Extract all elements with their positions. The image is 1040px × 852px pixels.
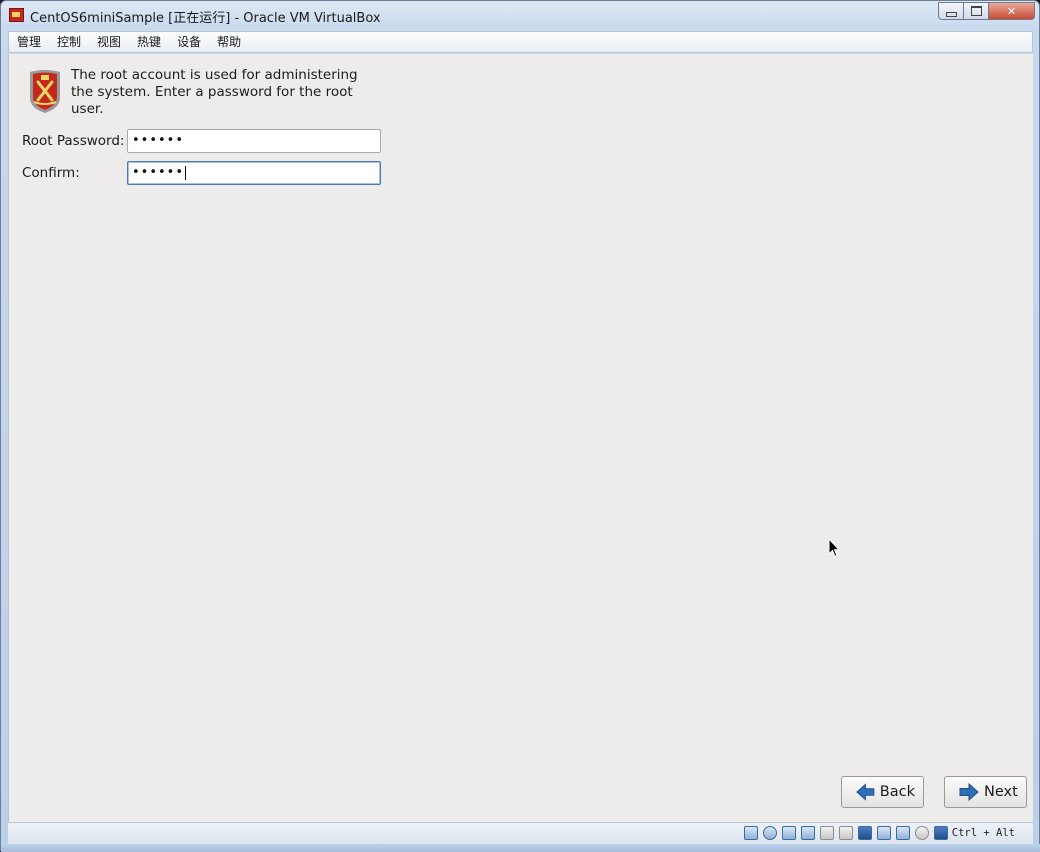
close-button[interactable]: ✕ xyxy=(989,2,1035,20)
vm-display[interactable]: The root account is used for administeri… xyxy=(8,54,1033,822)
menu-hotkeys[interactable]: 热键 xyxy=(129,32,169,52)
maximize-icon xyxy=(970,6,982,16)
next-arrow-icon xyxy=(959,783,979,801)
minimize-icon xyxy=(945,11,957,17)
menu-bar: 管理 控制 视图 热键 设备 帮助 xyxy=(8,31,1033,53)
shared-folders-icon[interactable] xyxy=(838,826,853,840)
confirm-label: Confirm: xyxy=(22,165,80,181)
back-button-label: Back xyxy=(879,784,915,800)
video-capture-icon[interactable] xyxy=(876,826,891,840)
text-caret xyxy=(185,165,187,180)
maximize-button[interactable] xyxy=(964,2,989,20)
keyboard-capture-icon[interactable] xyxy=(933,826,948,840)
cpu-icon[interactable] xyxy=(895,826,910,840)
hard-disk-icon[interactable] xyxy=(743,826,758,840)
menu-manage[interactable]: 管理 xyxy=(9,32,49,52)
next-button-label: Next xyxy=(984,784,1018,800)
audio-icon[interactable] xyxy=(781,826,796,840)
title-bar[interactable]: CentOS6miniSample [正在运行] - Oracle VM Vir… xyxy=(1,1,1039,29)
window-controls: ✕ xyxy=(938,2,1035,21)
next-button[interactable]: Next xyxy=(944,776,1027,808)
shield-icon xyxy=(30,70,60,113)
back-button[interactable]: Back xyxy=(841,776,924,808)
mouse-pointer-icon xyxy=(828,538,840,558)
mouse-integration-icon[interactable] xyxy=(914,826,929,840)
virtualbox-app-icon xyxy=(9,8,24,22)
usb-icon[interactable] xyxy=(819,826,834,840)
status-bar: Ctrl + Alt xyxy=(8,822,1033,844)
menu-help[interactable]: 帮助 xyxy=(209,32,249,52)
optical-drive-icon[interactable] xyxy=(762,826,777,840)
root-password-label: Root Password: xyxy=(22,133,125,149)
menu-control[interactable]: 控制 xyxy=(49,32,89,52)
menu-view[interactable]: 视图 xyxy=(89,32,129,52)
close-icon: ✕ xyxy=(1006,4,1017,18)
root-account-description: The root account is used for administeri… xyxy=(71,67,358,117)
network-icon[interactable] xyxy=(800,826,815,840)
minimize-button[interactable] xyxy=(938,2,964,20)
window-title: CentOS6miniSample [正在运行] - Oracle VM Vir… xyxy=(30,11,381,26)
confirm-password-value: •••••• xyxy=(132,165,185,180)
host-key-label: Ctrl + Alt xyxy=(951,827,1015,839)
virtualbox-window: CentOS6miniSample [正在运行] - Oracle VM Vir… xyxy=(0,0,1040,852)
back-arrow-icon xyxy=(856,783,875,801)
root-password-input[interactable]: •••••• xyxy=(127,129,381,153)
menu-devices[interactable]: 设备 xyxy=(169,32,209,52)
display-icon[interactable] xyxy=(857,826,872,840)
device-indicators: Ctrl + Alt xyxy=(739,826,1015,840)
root-password-value: •••••• xyxy=(132,133,185,148)
confirm-password-input[interactable]: •••••• xyxy=(127,161,381,185)
